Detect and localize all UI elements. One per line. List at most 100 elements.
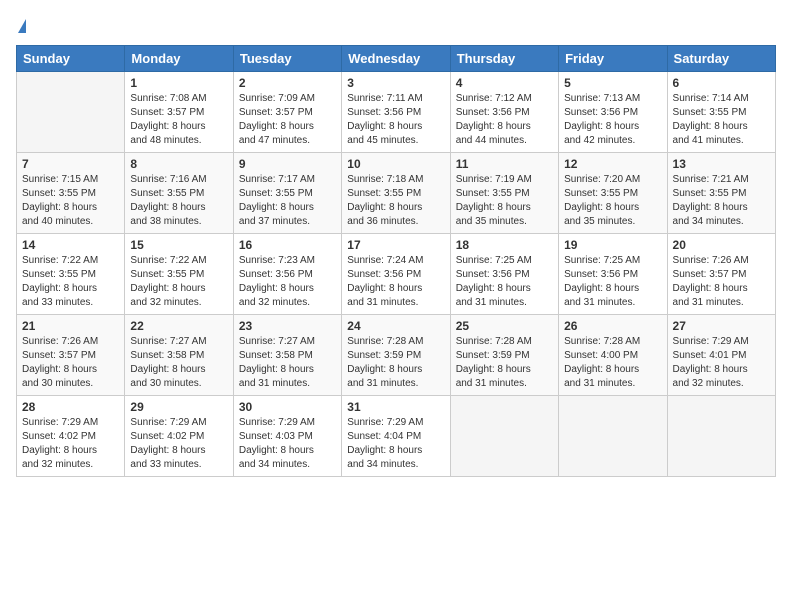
- calendar-week-1: 1 Sunrise: 7:08 AM Sunset: 3:57 PM Daylig…: [17, 72, 776, 153]
- day-number: 8: [130, 157, 227, 171]
- day-number: 9: [239, 157, 336, 171]
- day-number: 21: [22, 319, 119, 333]
- calendar-cell: 5 Sunrise: 7:13 AM Sunset: 3:56 PM Daylig…: [559, 72, 667, 153]
- calendar-cell: 13 Sunrise: 7:21 AM Sunset: 3:55 PM Dayli…: [667, 153, 775, 234]
- calendar-cell: 19 Sunrise: 7:25 AM Sunset: 3:56 PM Dayli…: [559, 234, 667, 315]
- calendar-cell: [667, 396, 775, 477]
- day-info: Sunrise: 7:29 AM Sunset: 4:02 PM Dayligh…: [22, 416, 119, 472]
- calendar-cell: 1 Sunrise: 7:08 AM Sunset: 3:57 PM Daylig…: [125, 72, 233, 153]
- weekday-header-row: SundayMondayTuesdayWednesdayThursdayFrid…: [17, 46, 776, 72]
- calendar-cell: 8 Sunrise: 7:16 AM Sunset: 3:55 PM Daylig…: [125, 153, 233, 234]
- logo-icon: [18, 19, 26, 33]
- day-info: Sunrise: 7:09 AM Sunset: 3:57 PM Dayligh…: [239, 92, 336, 148]
- calendar-cell: 18 Sunrise: 7:25 AM Sunset: 3:56 PM Dayli…: [450, 234, 558, 315]
- calendar-cell: 28 Sunrise: 7:29 AM Sunset: 4:02 PM Dayli…: [17, 396, 125, 477]
- day-info: Sunrise: 7:28 AM Sunset: 3:59 PM Dayligh…: [347, 335, 444, 391]
- page-header: [16, 16, 776, 37]
- calendar-cell: 9 Sunrise: 7:17 AM Sunset: 3:55 PM Daylig…: [233, 153, 341, 234]
- day-number: 4: [456, 76, 553, 90]
- day-number: 1: [130, 76, 227, 90]
- day-number: 14: [22, 238, 119, 252]
- day-info: Sunrise: 7:22 AM Sunset: 3:55 PM Dayligh…: [130, 254, 227, 310]
- weekday-header-monday: Monday: [125, 46, 233, 72]
- day-info: Sunrise: 7:26 AM Sunset: 3:57 PM Dayligh…: [22, 335, 119, 391]
- calendar-cell: 16 Sunrise: 7:23 AM Sunset: 3:56 PM Dayli…: [233, 234, 341, 315]
- day-info: Sunrise: 7:17 AM Sunset: 3:55 PM Dayligh…: [239, 173, 336, 229]
- calendar-cell: 4 Sunrise: 7:12 AM Sunset: 3:56 PM Daylig…: [450, 72, 558, 153]
- day-number: 16: [239, 238, 336, 252]
- day-info: Sunrise: 7:18 AM Sunset: 3:55 PM Dayligh…: [347, 173, 444, 229]
- day-info: Sunrise: 7:23 AM Sunset: 3:56 PM Dayligh…: [239, 254, 336, 310]
- day-number: 28: [22, 400, 119, 414]
- calendar-cell: 24 Sunrise: 7:28 AM Sunset: 3:59 PM Dayli…: [342, 315, 450, 396]
- calendar-cell: [559, 396, 667, 477]
- day-info: Sunrise: 7:14 AM Sunset: 3:55 PM Dayligh…: [673, 92, 770, 148]
- day-info: Sunrise: 7:21 AM Sunset: 3:55 PM Dayligh…: [673, 173, 770, 229]
- weekday-header-saturday: Saturday: [667, 46, 775, 72]
- calendar-cell: 23Sunrise: 7:27 AM Sunset: 3:58 PM Dayli…: [233, 315, 341, 396]
- day-number: 5: [564, 76, 661, 90]
- day-info: Sunrise: 7:25 AM Sunset: 3:56 PM Dayligh…: [564, 254, 661, 310]
- day-number: 12: [564, 157, 661, 171]
- calendar-week-5: 28 Sunrise: 7:29 AM Sunset: 4:02 PM Dayli…: [17, 396, 776, 477]
- calendar-cell: 11Sunrise: 7:19 AM Sunset: 3:55 PM Dayli…: [450, 153, 558, 234]
- weekday-header-sunday: Sunday: [17, 46, 125, 72]
- day-number: 29: [130, 400, 227, 414]
- calendar-cell: [17, 72, 125, 153]
- calendar-cell: [450, 396, 558, 477]
- day-info: Sunrise: 7:20 AM Sunset: 3:55 PM Dayligh…: [564, 173, 661, 229]
- calendar-cell: 29 Sunrise: 7:29 AM Sunset: 4:02 PM Dayli…: [125, 396, 233, 477]
- day-info: Sunrise: 7:16 AM Sunset: 3:55 PM Dayligh…: [130, 173, 227, 229]
- day-info: Sunrise: 7:19 AM Sunset: 3:55 PM Dayligh…: [456, 173, 553, 229]
- day-number: 24: [347, 319, 444, 333]
- day-info: Sunrise: 7:25 AM Sunset: 3:56 PM Dayligh…: [456, 254, 553, 310]
- day-info: Sunrise: 7:29 AM Sunset: 4:02 PM Dayligh…: [130, 416, 227, 472]
- day-info: Sunrise: 7:11 AM Sunset: 3:56 PM Dayligh…: [347, 92, 444, 148]
- calendar-cell: 15 Sunrise: 7:22 AM Sunset: 3:55 PM Dayli…: [125, 234, 233, 315]
- day-info: Sunrise: 7:26 AM Sunset: 3:57 PM Dayligh…: [673, 254, 770, 310]
- calendar-cell: 27 Sunrise: 7:29 AM Sunset: 4:01 PM Dayli…: [667, 315, 775, 396]
- weekday-header-wednesday: Wednesday: [342, 46, 450, 72]
- day-number: 18: [456, 238, 553, 252]
- day-number: 3: [347, 76, 444, 90]
- calendar-week-4: 21 Sunrise: 7:26 AM Sunset: 3:57 PM Dayli…: [17, 315, 776, 396]
- day-number: 17: [347, 238, 444, 252]
- day-info: Sunrise: 7:22 AM Sunset: 3:55 PM Dayligh…: [22, 254, 119, 310]
- weekday-header-tuesday: Tuesday: [233, 46, 341, 72]
- weekday-header-thursday: Thursday: [450, 46, 558, 72]
- calendar-table: SundayMondayTuesdayWednesdayThursdayFrid…: [16, 45, 776, 477]
- calendar-cell: 3 Sunrise: 7:11 AM Sunset: 3:56 PM Daylig…: [342, 72, 450, 153]
- day-info: Sunrise: 7:12 AM Sunset: 3:56 PM Dayligh…: [456, 92, 553, 148]
- day-number: 2: [239, 76, 336, 90]
- day-info: Sunrise: 7:13 AM Sunset: 3:56 PM Dayligh…: [564, 92, 661, 148]
- calendar-cell: 26 Sunrise: 7:28 AM Sunset: 4:00 PM Dayli…: [559, 315, 667, 396]
- calendar-cell: 30Sunrise: 7:29 AM Sunset: 4:03 PM Dayli…: [233, 396, 341, 477]
- day-number: 15: [130, 238, 227, 252]
- day-number: 20: [673, 238, 770, 252]
- day-info: Sunrise: 7:27 AM Sunset: 3:58 PM Dayligh…: [130, 335, 227, 391]
- day-number: 25: [456, 319, 553, 333]
- day-number: 6: [673, 76, 770, 90]
- calendar-cell: 7 Sunrise: 7:15 AM Sunset: 3:55 PM Daylig…: [17, 153, 125, 234]
- logo: [16, 16, 26, 37]
- day-info: Sunrise: 7:28 AM Sunset: 3:59 PM Dayligh…: [456, 335, 553, 391]
- calendar-cell: 12 Sunrise: 7:20 AM Sunset: 3:55 PM Dayli…: [559, 153, 667, 234]
- calendar-header: SundayMondayTuesdayWednesdayThursdayFrid…: [17, 46, 776, 72]
- calendar-cell: 31Sunrise: 7:29 AM Sunset: 4:04 PM Dayli…: [342, 396, 450, 477]
- calendar-week-2: 7 Sunrise: 7:15 AM Sunset: 3:55 PM Daylig…: [17, 153, 776, 234]
- day-info: Sunrise: 7:15 AM Sunset: 3:55 PM Dayligh…: [22, 173, 119, 229]
- day-number: 13: [673, 157, 770, 171]
- day-number: 19: [564, 238, 661, 252]
- day-info: Sunrise: 7:28 AM Sunset: 4:00 PM Dayligh…: [564, 335, 661, 391]
- calendar-cell: 22Sunrise: 7:27 AM Sunset: 3:58 PM Dayli…: [125, 315, 233, 396]
- calendar-cell: 10Sunrise: 7:18 AM Sunset: 3:55 PM Dayli…: [342, 153, 450, 234]
- day-number: 7: [22, 157, 119, 171]
- day-info: Sunrise: 7:08 AM Sunset: 3:57 PM Dayligh…: [130, 92, 227, 148]
- day-number: 31: [347, 400, 444, 414]
- calendar-cell: 14 Sunrise: 7:22 AM Sunset: 3:55 PM Dayli…: [17, 234, 125, 315]
- calendar-cell: 2 Sunrise: 7:09 AM Sunset: 3:57 PM Daylig…: [233, 72, 341, 153]
- day-number: 26: [564, 319, 661, 333]
- weekday-header-friday: Friday: [559, 46, 667, 72]
- day-number: 27: [673, 319, 770, 333]
- day-info: Sunrise: 7:29 AM Sunset: 4:01 PM Dayligh…: [673, 335, 770, 391]
